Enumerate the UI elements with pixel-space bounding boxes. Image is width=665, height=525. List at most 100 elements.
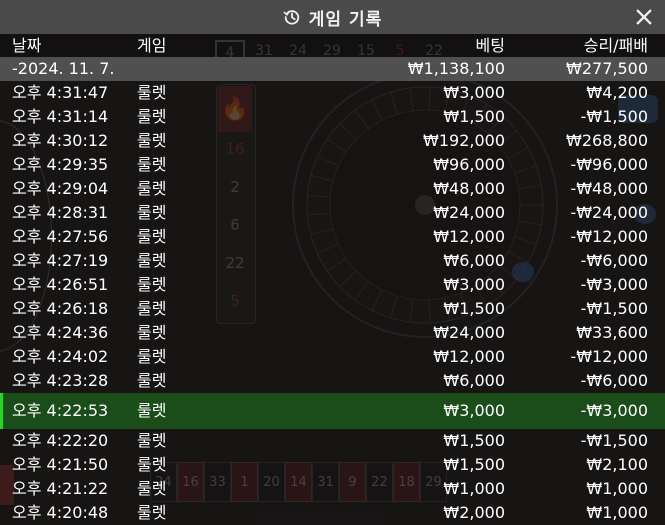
row-bet: ₩24,000: [433, 203, 505, 222]
row-time: 오후 4:21:22: [12, 479, 109, 498]
table-row[interactable]: 오후 4:21:22 룰렛 ₩1,000 ₩1,000: [0, 477, 665, 501]
row-time: 오후 4:30:12: [12, 131, 109, 150]
row-result: -₩12,000: [570, 347, 648, 366]
row-time: 오후 4:21:50: [12, 455, 109, 474]
row-game: 룰렛: [137, 479, 167, 498]
row-bet: ₩1,500: [443, 431, 505, 450]
row-result: -₩6,000: [580, 371, 648, 390]
table-row[interactable]: 오후 4:28:31 룰렛 ₩24,000 -₩24,000: [0, 201, 665, 225]
row-bet: ₩96,000: [433, 155, 505, 174]
table-row[interactable]: 오후 4:27:56 룰렛 ₩12,000 -₩12,000: [0, 225, 665, 249]
row-game: 룰렛: [137, 275, 167, 294]
row-time: 오후 4:27:56: [12, 227, 109, 246]
date-group-row[interactable]: -2024. 11. 7. ₩1,138,100 ₩277,500: [0, 57, 665, 81]
row-time: 오후 4:29:35: [12, 155, 109, 174]
row-game: 룰렛: [137, 347, 167, 366]
row-time: 오후 4:22:53: [12, 401, 109, 420]
row-time: 오후 4:29:04: [12, 179, 109, 198]
game-history-panel: 게임 기록 날짜 게임 베팅 승리/패배 -2024. 11. 7. ₩1,13…: [0, 0, 665, 525]
row-game: 룰렛: [137, 251, 167, 270]
column-header-date[interactable]: 날짜: [12, 34, 41, 57]
table-row[interactable]: 오후 4:29:04 룰렛 ₩48,000 -₩48,000: [0, 177, 665, 201]
row-game: 룰렛: [137, 401, 167, 420]
row-game: 룰렛: [137, 323, 167, 342]
table-row[interactable]: 오후 4:27:19 룰렛 ₩6,000 -₩6,000: [0, 249, 665, 273]
row-bet: ₩12,000: [433, 227, 505, 246]
row-result: -₩1,500: [580, 107, 648, 126]
row-result: -₩12,000: [570, 227, 648, 246]
row-game: 룰렛: [137, 155, 167, 174]
table-row[interactable]: 오후 4:29:35 룰렛 ₩96,000 -₩96,000: [0, 153, 665, 177]
row-result: ₩4,200: [586, 83, 648, 102]
row-time: 오후 4:26:51: [12, 275, 109, 294]
row-result: ₩268,800: [566, 131, 648, 150]
panel-titlebar: 게임 기록: [0, 0, 665, 34]
panel-title: 게임 기록: [308, 9, 383, 30]
row-result: ₩33,600: [576, 323, 648, 342]
row-game: 룰렛: [137, 455, 167, 474]
row-game: 룰렛: [137, 299, 167, 318]
row-bet: ₩48,000: [433, 179, 505, 198]
close-icon: [636, 9, 652, 25]
table-row[interactable]: 오후 4:22:53 룰렛 ₩3,000 -₩3,000: [0, 393, 665, 429]
table-header: 날짜 게임 베팅 승리/패배: [0, 34, 665, 57]
row-game: 룰렛: [137, 179, 167, 198]
row-bet: ₩1,500: [443, 107, 505, 126]
row-result: -₩3,000: [580, 275, 648, 294]
row-time: 오후 4:22:20: [12, 431, 109, 450]
table-row[interactable]: 오후 4:31:14 룰렛 ₩1,500 -₩1,500: [0, 105, 665, 129]
table-row[interactable]: 오후 4:26:51 룰렛 ₩3,000 -₩3,000: [0, 273, 665, 297]
history-table: 날짜 게임 베팅 승리/패배 -2024. 11. 7. ₩1,138,100 …: [0, 34, 665, 525]
column-header-win-loss[interactable]: 승리/패배: [584, 34, 648, 57]
row-bet: ₩6,000: [443, 251, 505, 270]
row-result: -₩6,000: [580, 251, 648, 270]
row-bet: ₩3,000: [443, 83, 505, 102]
row-result: ₩2,100: [586, 455, 648, 474]
row-time: 오후 4:24:36: [12, 323, 109, 342]
row-bet: ₩24,000: [433, 323, 505, 342]
row-game: 룰렛: [137, 203, 167, 222]
row-result: -₩24,000: [570, 203, 648, 222]
row-bet: ₩1,000: [443, 479, 505, 498]
row-result: -₩3,000: [580, 401, 648, 420]
row-time: 오후 4:26:18: [12, 299, 109, 318]
row-game: 룰렛: [137, 131, 167, 150]
table-row[interactable]: 오후 4:23:28 룰렛 ₩6,000 -₩6,000: [0, 369, 665, 393]
table-row[interactable]: 오후 4:24:02 룰렛 ₩12,000 -₩12,000: [0, 345, 665, 369]
row-result: -₩96,000: [570, 155, 648, 174]
history-rows: 오후 4:31:47 룰렛 ₩3,000 ₩4,200 오후 4:31:14 룰렛 ₩1,5…: [0, 81, 665, 525]
row-bet: ₩6,000: [443, 371, 505, 390]
row-time: 오후 4:28:31: [12, 203, 109, 222]
row-bet: ₩12,000: [433, 347, 505, 366]
table-row[interactable]: 오후 4:24:36 룰렛 ₩24,000 ₩33,600: [0, 321, 665, 345]
group-win-total: ₩277,500: [566, 59, 648, 78]
table-row[interactable]: 오후 4:22:20 룰렛 ₩1,500 -₩1,500: [0, 429, 665, 453]
column-header-game[interactable]: 게임: [137, 34, 166, 57]
row-time: 오후 4:27:19: [12, 251, 109, 270]
row-game: 룰렛: [137, 107, 167, 126]
table-row[interactable]: 오후 4:30:12 룰렛 ₩192,000 ₩268,800: [0, 129, 665, 153]
group-date: -2024. 11. 7.: [12, 59, 115, 78]
row-result: -₩1,500: [580, 299, 648, 318]
table-row[interactable]: 오후 4:26:18 룰렛 ₩1,500 -₩1,500: [0, 297, 665, 321]
row-bet: ₩192,000: [423, 131, 505, 150]
close-button[interactable]: [633, 5, 655, 29]
table-row[interactable]: 오후 4:31:47 룰렛 ₩3,000 ₩4,200: [0, 81, 665, 105]
table-row[interactable]: 오후 4:20:48 룰렛 ₩2,000 ₩1,000: [0, 501, 665, 525]
row-game: 룰렛: [137, 503, 167, 522]
row-game: 룰렛: [137, 371, 167, 390]
row-time: 오후 4:23:28: [12, 371, 109, 390]
row-result: -₩1,500: [580, 431, 648, 450]
row-bet: ₩1,500: [443, 299, 505, 318]
row-game: 룰렛: [137, 227, 167, 246]
row-result: ₩1,000: [586, 479, 648, 498]
row-time: 오후 4:31:14: [12, 107, 109, 126]
column-header-bet[interactable]: 베팅: [476, 34, 505, 57]
row-bet: ₩2,000: [443, 503, 505, 522]
history-icon: [283, 10, 299, 25]
row-bet: ₩3,000: [443, 275, 505, 294]
row-game: 룰렛: [137, 83, 167, 102]
table-row[interactable]: 오후 4:21:50 룰렛 ₩1,500 ₩2,100: [0, 453, 665, 477]
row-time: 오후 4:31:47: [12, 83, 109, 102]
row-time: 오후 4:24:02: [12, 347, 109, 366]
